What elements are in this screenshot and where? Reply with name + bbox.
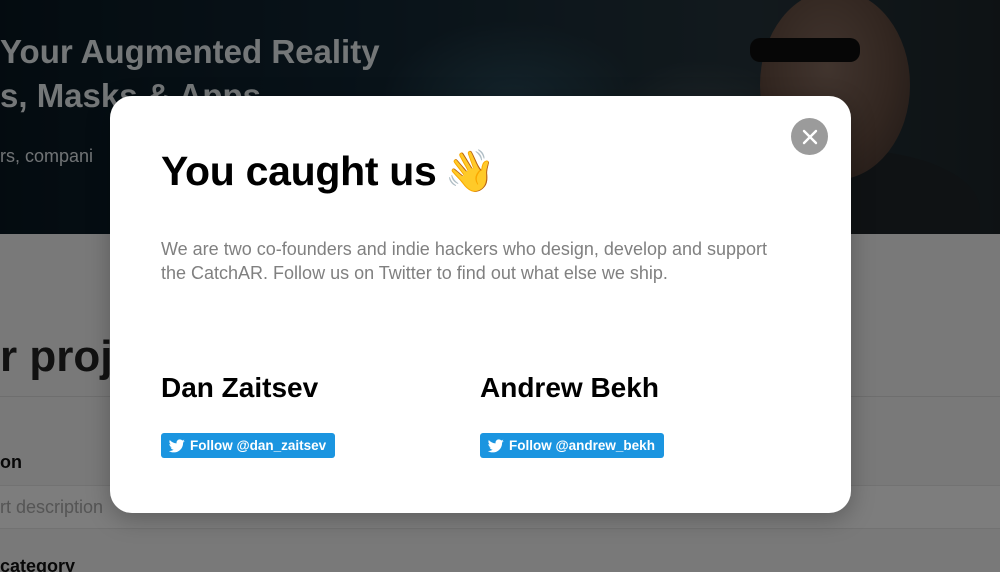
modal-title: You caught us 👋 [161, 148, 496, 194]
follow-andrew-button[interactable]: Follow @andrew_bekh [480, 433, 664, 458]
founder-card: Andrew Bekh Follow @andrew_bekh [480, 372, 664, 458]
about-modal: You caught us 👋 We are two co-founders an… [110, 96, 851, 513]
waving-hand-icon: 👋 [444, 148, 496, 194]
twitter-bird-icon [169, 438, 185, 452]
founder-name: Dan Zaitsev [161, 372, 319, 403]
twitter-bird-icon [488, 438, 504, 452]
follow-dan-button[interactable]: Follow @dan_zaitsev [161, 433, 336, 458]
modal-description: We are two co-founders and indie hackers… [161, 239, 768, 283]
founder-card: Dan Zaitsev Follow @dan_zaitsev [161, 372, 336, 458]
close-button[interactable] [791, 118, 828, 155]
founder-name: Andrew Bekh [480, 372, 659, 403]
close-icon [802, 129, 817, 144]
